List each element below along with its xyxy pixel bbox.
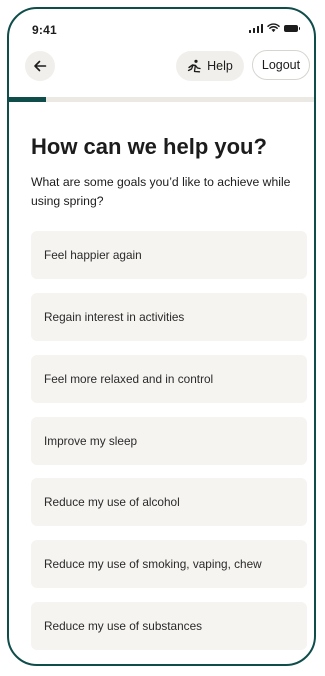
- phone-frame: 9:41 Help Logout How can we help you? Wh…: [7, 7, 316, 666]
- logout-button[interactable]: Logout: [252, 50, 310, 80]
- page-title: How can we help you?: [31, 134, 267, 159]
- status-icons: [248, 23, 300, 33]
- arrow-left-icon: [34, 60, 47, 72]
- back-button[interactable]: [25, 51, 55, 81]
- progress-bar: [9, 97, 314, 102]
- goal-options-list: Feel happier again Regain interest in ac…: [31, 231, 307, 664]
- goal-option-improve-sleep[interactable]: Improve my sleep: [31, 417, 307, 465]
- goal-option-reduce-smoking[interactable]: Reduce my use of smoking, vaping, chew: [31, 540, 307, 588]
- signal-icon: [248, 23, 263, 33]
- battery-icon: [284, 24, 300, 32]
- goal-option-regain-interest[interactable]: Regain interest in activities: [31, 293, 307, 341]
- wifi-icon: [267, 23, 280, 33]
- goal-option-feel-relaxed[interactable]: Feel more relaxed and in control: [31, 355, 307, 403]
- status-bar: 9:41: [9, 9, 314, 45]
- goal-option-reduce-alcohol[interactable]: Reduce my use of alcohol: [31, 478, 307, 526]
- status-time: 9:41: [32, 23, 57, 37]
- page-subtitle: What are some goals you’d like to achiev…: [31, 175, 291, 208]
- goal-option-reduce-substances[interactable]: Reduce my use of substances: [31, 602, 307, 650]
- progress-fill: [9, 97, 46, 102]
- goal-option-feel-happier[interactable]: Feel happier again: [31, 231, 307, 279]
- person-help-icon: [187, 59, 201, 73]
- help-button[interactable]: Help: [176, 51, 244, 81]
- help-label: Help: [207, 59, 233, 73]
